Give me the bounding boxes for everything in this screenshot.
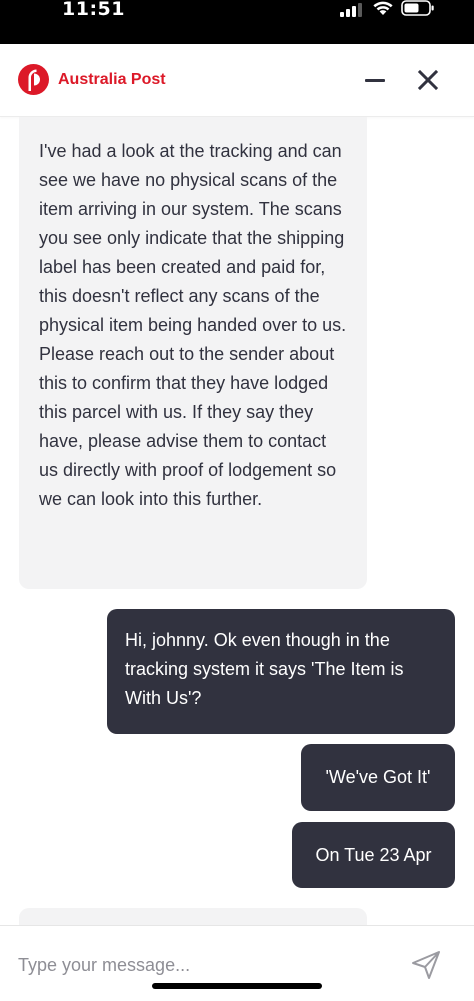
home-indicator xyxy=(152,983,322,989)
auspost-logo-icon xyxy=(18,64,49,95)
close-button[interactable] xyxy=(410,62,446,98)
message-composer xyxy=(0,925,474,1001)
send-icon xyxy=(412,951,440,979)
cellular-signal-icon xyxy=(340,2,364,21)
chat-transcript[interactable]: I've had a look at the tracking and can … xyxy=(0,117,474,925)
send-button[interactable] xyxy=(408,948,444,982)
brand-name: Australia Post xyxy=(58,71,166,88)
user-message-bubble: 'We've Got It' xyxy=(301,744,455,811)
minimize-icon xyxy=(365,79,385,82)
message-input[interactable] xyxy=(18,950,388,980)
agent-message-bubble-partial xyxy=(19,908,367,925)
user-message-bubble: On Tue 23 Apr xyxy=(292,822,455,888)
chat-header: Australia Post xyxy=(0,44,474,117)
agent-message-text: I've had a look at the tracking and can … xyxy=(39,141,347,509)
status-time: 11:51 xyxy=(62,0,125,20)
status-bar: 11:51 xyxy=(0,0,474,44)
battery-icon xyxy=(401,0,435,20)
agent-message-bubble: I've had a look at the tracking and can … xyxy=(19,117,367,589)
minimize-button[interactable] xyxy=(358,64,392,96)
close-icon xyxy=(417,69,439,91)
wifi-icon xyxy=(372,0,394,20)
user-message-bubble: Hi, johnny. Ok even though in the tracki… xyxy=(107,609,455,734)
